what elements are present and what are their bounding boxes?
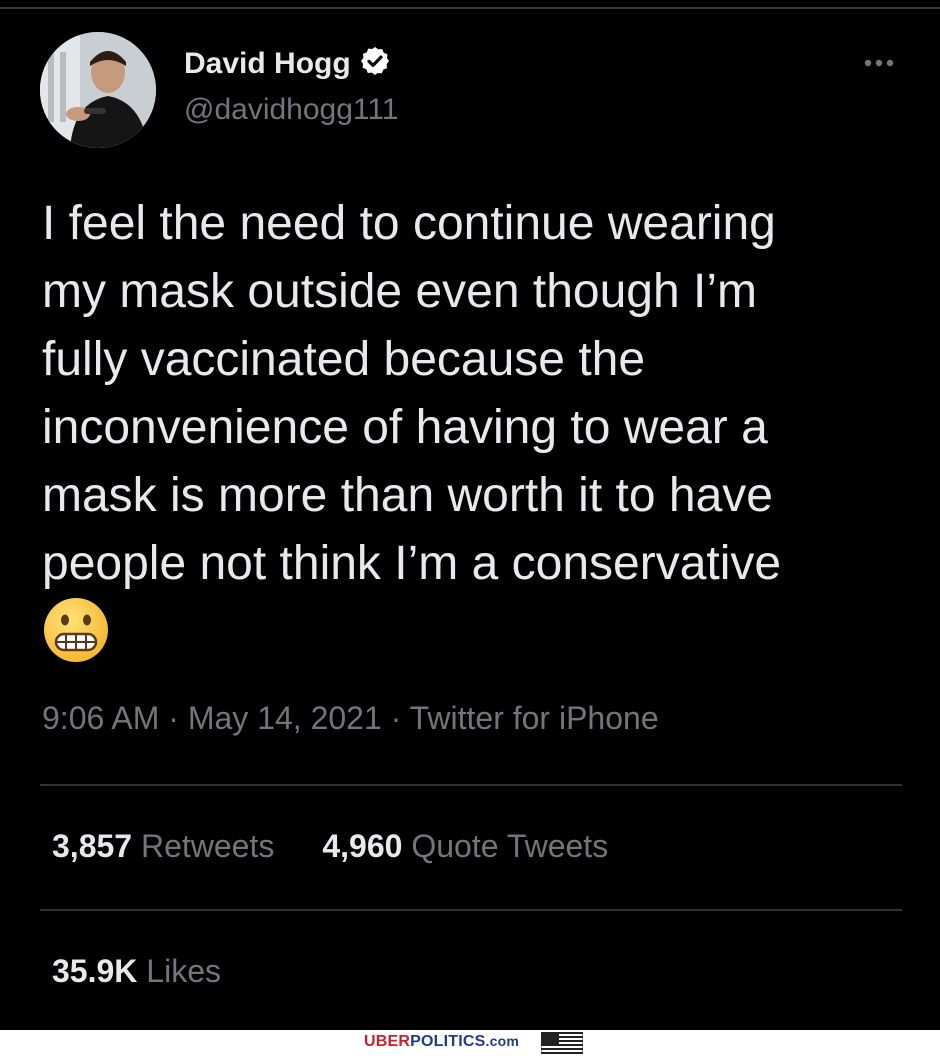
likes-label: Likes [146, 953, 221, 989]
tweet-card: David Hogg @davidhogg111 I feel the need… [0, 0, 940, 1030]
watermark-politics: POLITICS [410, 1033, 486, 1050]
avatar[interactable] [40, 32, 156, 148]
divider [40, 784, 902, 786]
likes-stat[interactable]: 35.9K Likes [52, 953, 221, 990]
more-options-icon[interactable] [862, 48, 902, 78]
likes-stats-row: 35.9K Likes [52, 953, 221, 990]
divider [40, 909, 902, 911]
retweets-count: 3,857 [52, 828, 133, 864]
likes-count: 35.9K [52, 953, 138, 989]
watermark-uber: UBER [364, 1033, 411, 1050]
retweets-stat[interactable]: 3,857 Retweets [52, 828, 274, 865]
watermark-bar: UBERPOLITICS.com [0, 1030, 940, 1055]
retweets-label: Retweets [140, 828, 275, 864]
quote-tweets-stat[interactable]: 4,960 Quote Tweets [322, 828, 608, 865]
tweet-text: I feel the need to continue wearing my m… [42, 197, 782, 590]
quote-tweets-count: 4,960 [322, 828, 403, 864]
top-divider [0, 7, 940, 9]
grimacing-face-icon [42, 596, 110, 664]
watermark-com: .com [485, 1033, 520, 1049]
author-handle[interactable]: @davidhogg111 [184, 93, 399, 127]
author-name-text: David Hogg [184, 47, 351, 80]
verified-badge-icon [359, 45, 391, 85]
engagement-stats-row: 3,857 Retweets 4,960 Quote Tweets [52, 828, 608, 865]
quote-tweets-label: Quote Tweets [411, 828, 609, 864]
tweet-timestamp-source[interactable]: 9:06 AM · May 14, 2021 · Twitter for iPh… [42, 700, 659, 737]
watermark-logo[interactable]: UBERPOLITICS.com [364, 1033, 519, 1051]
author-name[interactable]: David Hogg [184, 45, 391, 85]
